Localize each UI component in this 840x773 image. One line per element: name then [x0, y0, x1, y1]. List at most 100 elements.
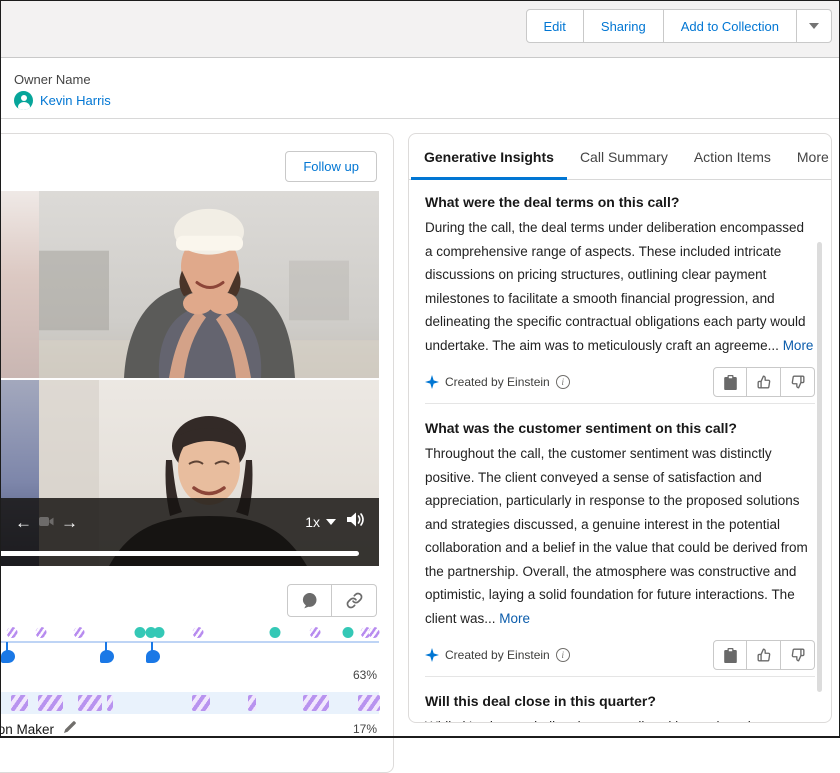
camera-icon[interactable]: [39, 514, 54, 532]
talk-segment[interactable]: [358, 695, 380, 711]
video-seek-bar[interactable]: [1, 551, 359, 556]
user-avatar-icon: [14, 91, 33, 110]
playback-nav: ← →: [15, 512, 78, 532]
owner-section: Owner Name Kevin Harris: [0, 58, 840, 119]
insight-footer: Created by Einstein i: [425, 366, 815, 398]
tab-more[interactable]: More: [784, 134, 832, 179]
chevron-down-icon: [809, 23, 819, 29]
add-to-collection-button[interactable]: Add to Collection: [664, 9, 797, 43]
insight-answer: Throughout the call, the customer sentim…: [425, 442, 815, 630]
feedback-group: [713, 640, 815, 670]
previous-arrow-icon[interactable]: ←: [15, 514, 32, 531]
more-link[interactable]: More: [783, 338, 814, 353]
video-participant-1: [1, 191, 379, 378]
copy-link-button[interactable]: [332, 584, 377, 617]
link-icon: [346, 592, 363, 609]
more-link[interactable]: More: [499, 611, 530, 626]
section-divider: [425, 676, 815, 677]
comment-button[interactable]: [287, 584, 332, 617]
speaker-label: Decision Maker: [0, 722, 54, 737]
playback-speed-value: 1x: [305, 514, 320, 530]
section-divider: [425, 403, 815, 404]
participant-1-feed: [39, 191, 379, 378]
insight-answer: While it's always challenging to predict…: [425, 715, 815, 723]
pencil-icon[interactable]: [63, 720, 77, 739]
talk-segment[interactable]: [248, 695, 256, 711]
copy-button[interactable]: [713, 640, 747, 670]
volume-icon[interactable]: [346, 511, 365, 533]
talk-segment[interactable]: [38, 695, 63, 711]
sharing-button[interactable]: Sharing: [584, 9, 664, 43]
clipboard-icon: [724, 648, 737, 663]
more-actions-button[interactable]: [797, 9, 832, 43]
call-recording-card: Follow up: [0, 133, 394, 773]
video-edge-blur: [1, 191, 39, 378]
playback-settings: 1x: [305, 511, 365, 533]
thumbs-down-button[interactable]: [781, 367, 815, 397]
chevron-down-icon: [326, 519, 336, 525]
timeline-axis: [1, 641, 379, 643]
timeline-marker-teal[interactable]: [154, 627, 165, 638]
info-icon[interactable]: i: [556, 375, 570, 389]
timeline-marker-purple[interactable]: [369, 627, 380, 638]
thumbs-up-button[interactable]: [747, 367, 781, 397]
tab-call-summary[interactable]: Call Summary: [567, 134, 681, 179]
record-actions-group: Edit Sharing Add to Collection: [526, 9, 833, 43]
timeline-marker-teal[interactable]: [343, 627, 354, 638]
timeline-marker-purple[interactable]: [192, 627, 203, 638]
insights-list: What were the deal terms on this call? D…: [409, 180, 831, 723]
einstein-icon: [425, 648, 439, 662]
insights-tabs: Generative Insights Call Summary Action …: [409, 134, 831, 180]
thumbs-down-icon: [791, 375, 805, 389]
timeline-comment-pin[interactable]: [146, 650, 160, 663]
copy-button[interactable]: [713, 367, 747, 397]
timeline-marker-teal[interactable]: [135, 627, 146, 638]
chat-icon: [301, 593, 318, 609]
timeline-marker-purple[interactable]: [73, 627, 84, 638]
timeline-comment-pin[interactable]: [1, 650, 15, 663]
speaker-row: Decision Maker: [0, 720, 77, 739]
created-by-einstein-label: Created by Einstein: [445, 648, 550, 662]
talk-segment[interactable]: [107, 695, 113, 711]
timeline-marker-purple[interactable]: [310, 627, 321, 638]
feedback-group: [713, 367, 815, 397]
thumbs-up-icon: [757, 375, 771, 389]
tab-action-items[interactable]: Action Items: [681, 134, 784, 179]
player-controls-overlay: ← → 1x: [1, 498, 379, 566]
playback-speed-select[interactable]: 1x: [305, 514, 336, 530]
owner-name-label: Owner Name: [14, 72, 91, 87]
owner-name-link[interactable]: Kevin Harris: [40, 93, 111, 108]
edit-button[interactable]: Edit: [526, 9, 584, 43]
insight-question: Will this deal close in this quarter?: [425, 693, 815, 709]
top-action-bar: Edit Sharing Add to Collection: [0, 0, 840, 58]
timeline-marker-teal[interactable]: [270, 627, 281, 638]
thumbs-up-button[interactable]: [747, 640, 781, 670]
talk-segment[interactable]: [11, 695, 28, 711]
recording-utility-group: [287, 584, 377, 617]
talk-track: [1, 692, 379, 714]
talk-segment[interactable]: [78, 695, 102, 711]
insights-card: Generative Insights Call Summary Action …: [408, 133, 832, 723]
clipboard-icon: [724, 375, 737, 390]
einstein-icon: [425, 375, 439, 389]
timeline-marker-purple[interactable]: [36, 627, 47, 638]
talk-segment[interactable]: [303, 695, 329, 711]
timeline-comment-pin[interactable]: [100, 650, 114, 663]
thumbs-up-icon: [757, 648, 771, 662]
video-player[interactable]: ← → 1x: [1, 191, 379, 566]
timeline-marker-purple[interactable]: [6, 627, 17, 638]
owner-row: Kevin Harris: [14, 91, 111, 110]
info-icon[interactable]: i: [556, 648, 570, 662]
follow-up-button[interactable]: Follow up: [285, 151, 377, 182]
talk-segment[interactable]: [192, 695, 210, 711]
thumbs-down-button[interactable]: [781, 640, 815, 670]
insight-question: What was the customer sentiment on this …: [425, 420, 815, 436]
talk-ratio-top: 63%: [353, 668, 377, 682]
call-timeline: [1, 621, 379, 669]
thumbs-down-icon: [791, 648, 805, 662]
next-arrow-icon[interactable]: →: [61, 514, 78, 531]
tab-generative-insights[interactable]: Generative Insights: [411, 134, 567, 179]
insight-question: What were the deal terms on this call?: [425, 194, 815, 210]
insights-scrollbar[interactable]: [817, 242, 822, 692]
insight-footer: Created by Einstein i: [425, 639, 815, 671]
